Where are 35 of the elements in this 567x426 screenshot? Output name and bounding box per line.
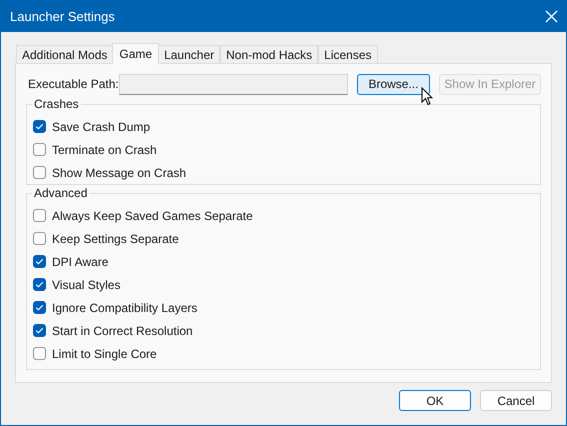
checkbox-label[interactable]: DPI Aware: [52, 252, 108, 270]
group-title: Advanced: [32, 186, 90, 200]
checkbox[interactable]: [33, 301, 46, 314]
checkbox-label[interactable]: Visual Styles: [52, 276, 120, 294]
checkbox-label[interactable]: Keep Settings Separate: [52, 230, 179, 248]
group-title: Crashes: [32, 97, 81, 111]
checkbox[interactable]: [33, 232, 46, 245]
tab[interactable]: Non-mod Hacks: [220, 45, 318, 63]
path-field[interactable]: [119, 74, 348, 94]
checkbox[interactable]: [33, 255, 46, 268]
checkbox-label[interactable]: Save Crash Dump: [52, 118, 150, 136]
tab[interactable]: Launcher: [158, 45, 220, 63]
checkbox-label[interactable]: Ignore Compatibility Layers: [52, 298, 198, 316]
checkbox-label[interactable]: Limit to Single Core: [52, 344, 157, 362]
checkbox-label[interactable]: Start in Correct Resolution: [52, 322, 193, 340]
checkbox[interactable]: [33, 209, 46, 222]
checkbox[interactable]: [33, 120, 46, 133]
checkbox[interactable]: [33, 166, 46, 179]
mouse-pointer-icon: [421, 87, 433, 106]
tab[interactable]: Additional Mods: [16, 45, 114, 63]
checkbox[interactable]: [33, 347, 46, 360]
checkbox[interactable]: [33, 143, 46, 156]
checkbox[interactable]: [33, 324, 46, 337]
dialog-button[interactable]: OK: [399, 390, 471, 411]
tab[interactable]: Game: [112, 43, 160, 64]
checkbox-label[interactable]: Show Message on Crash: [52, 164, 186, 182]
checkbox-label[interactable]: Terminate on Crash: [52, 140, 157, 158]
tab[interactable]: Licenses: [318, 45, 378, 63]
dialog-button[interactable]: Cancel: [480, 390, 552, 411]
window-title: Launcher Settings: [10, 8, 115, 26]
field-label: Executable Path:: [28, 76, 120, 93]
checkbox[interactable]: [33, 278, 46, 291]
close-icon[interactable]: [545, 10, 558, 23]
checkbox-label[interactable]: Always Keep Saved Games Separate: [52, 206, 253, 224]
browse-button[interactable]: Browse...: [356, 74, 430, 94]
